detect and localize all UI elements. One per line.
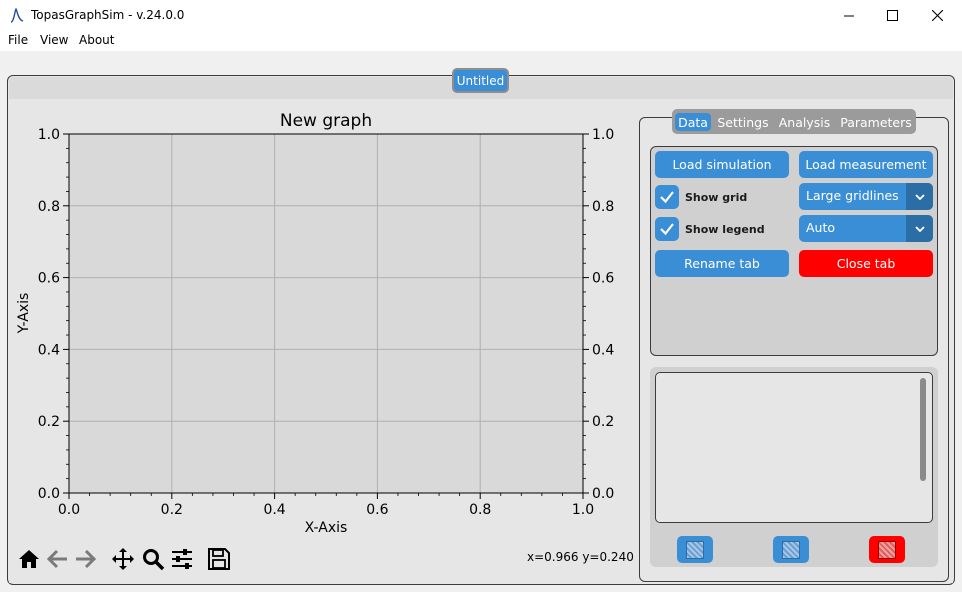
- forward-arrow-icon[interactable]: [72, 546, 98, 572]
- tab-analysis[interactable]: Analysis: [777, 113, 832, 131]
- legend-position-value: Auto: [806, 220, 836, 235]
- rename-tab-button[interactable]: Rename tab: [655, 250, 789, 277]
- legend-position-dropdown[interactable]: Auto: [799, 215, 933, 242]
- data-list[interactable]: [655, 372, 933, 523]
- tab-parameters[interactable]: Parameters: [838, 113, 914, 131]
- y-axis-label: Y-Axis: [16, 293, 32, 335]
- cursor-coordinates: x=0.966 y=0.240: [527, 550, 634, 564]
- y-tick-label-left: 0.0: [38, 486, 60, 502]
- configure-subplots-icon[interactable]: [169, 546, 195, 572]
- x-tick-label: 0.4: [263, 502, 285, 518]
- grid-style-value: Large gridlines: [806, 188, 899, 203]
- zoom-magnifier-icon[interactable]: [140, 546, 166, 572]
- grid-style-dropdown[interactable]: Large gridlines: [799, 183, 933, 210]
- x-tick-label: 1.0: [572, 502, 594, 518]
- x-tick-label: 0.6: [366, 502, 388, 518]
- placeholder-icon: [686, 540, 704, 559]
- y-tick-label-left: 0.8: [38, 199, 60, 215]
- close-tab-button[interactable]: Close tab: [799, 250, 933, 277]
- show-legend-label: Show legend: [685, 223, 765, 236]
- load-measurement-button[interactable]: Load measurement: [799, 151, 933, 178]
- tab-settings[interactable]: Settings: [716, 113, 770, 131]
- plot-title: New graph: [280, 111, 372, 131]
- chevron-down-icon[interactable]: [906, 215, 933, 242]
- y-tick-label-left: 0.6: [38, 271, 60, 287]
- show-legend-checkbox[interactable]: [655, 217, 679, 241]
- data-list-scrollbar[interactable]: [920, 378, 926, 481]
- y-tick-label-left: 1.0: [38, 127, 60, 143]
- tab-data[interactable]: Data: [675, 113, 711, 131]
- save-floppy-icon[interactable]: [206, 546, 232, 572]
- chevron-down-icon[interactable]: [906, 183, 933, 210]
- x-tick-label: 0.8: [469, 502, 491, 518]
- y-tick-label-right: 0.2: [592, 414, 614, 430]
- placeholder-icon: [878, 540, 896, 559]
- pan-move-icon[interactable]: [110, 546, 136, 572]
- x-tick-label: 0.0: [58, 502, 80, 518]
- y-tick-label-right: 0.6: [592, 271, 614, 287]
- plot-area[interactable]: [69, 134, 583, 493]
- checkmark-icon: [660, 191, 674, 204]
- y-tick-label-right: 0.0: [592, 486, 614, 502]
- list-action-button-1[interactable]: [677, 536, 713, 563]
- show-grid-checkbox[interactable]: [655, 185, 679, 209]
- load-simulation-button[interactable]: Load simulation: [655, 151, 789, 178]
- placeholder-icon: [782, 540, 800, 559]
- x-tick-label: 0.2: [161, 502, 183, 518]
- list-delete-button[interactable]: [869, 536, 905, 563]
- checkmark-icon: [660, 223, 674, 236]
- show-grid-label: Show grid: [685, 191, 748, 204]
- y-tick-label-left: 0.2: [38, 414, 60, 430]
- home-icon[interactable]: [16, 546, 42, 572]
- y-tick-label-right: 0.4: [592, 342, 614, 358]
- x-axis-label: X-Axis: [305, 520, 348, 536]
- y-tick-label-right: 0.8: [592, 199, 614, 215]
- list-action-button-2[interactable]: [773, 536, 809, 563]
- y-tick-label-right: 1.0: [592, 127, 614, 143]
- back-arrow-icon[interactable]: [45, 546, 71, 572]
- y-tick-label-left: 0.4: [38, 342, 60, 358]
